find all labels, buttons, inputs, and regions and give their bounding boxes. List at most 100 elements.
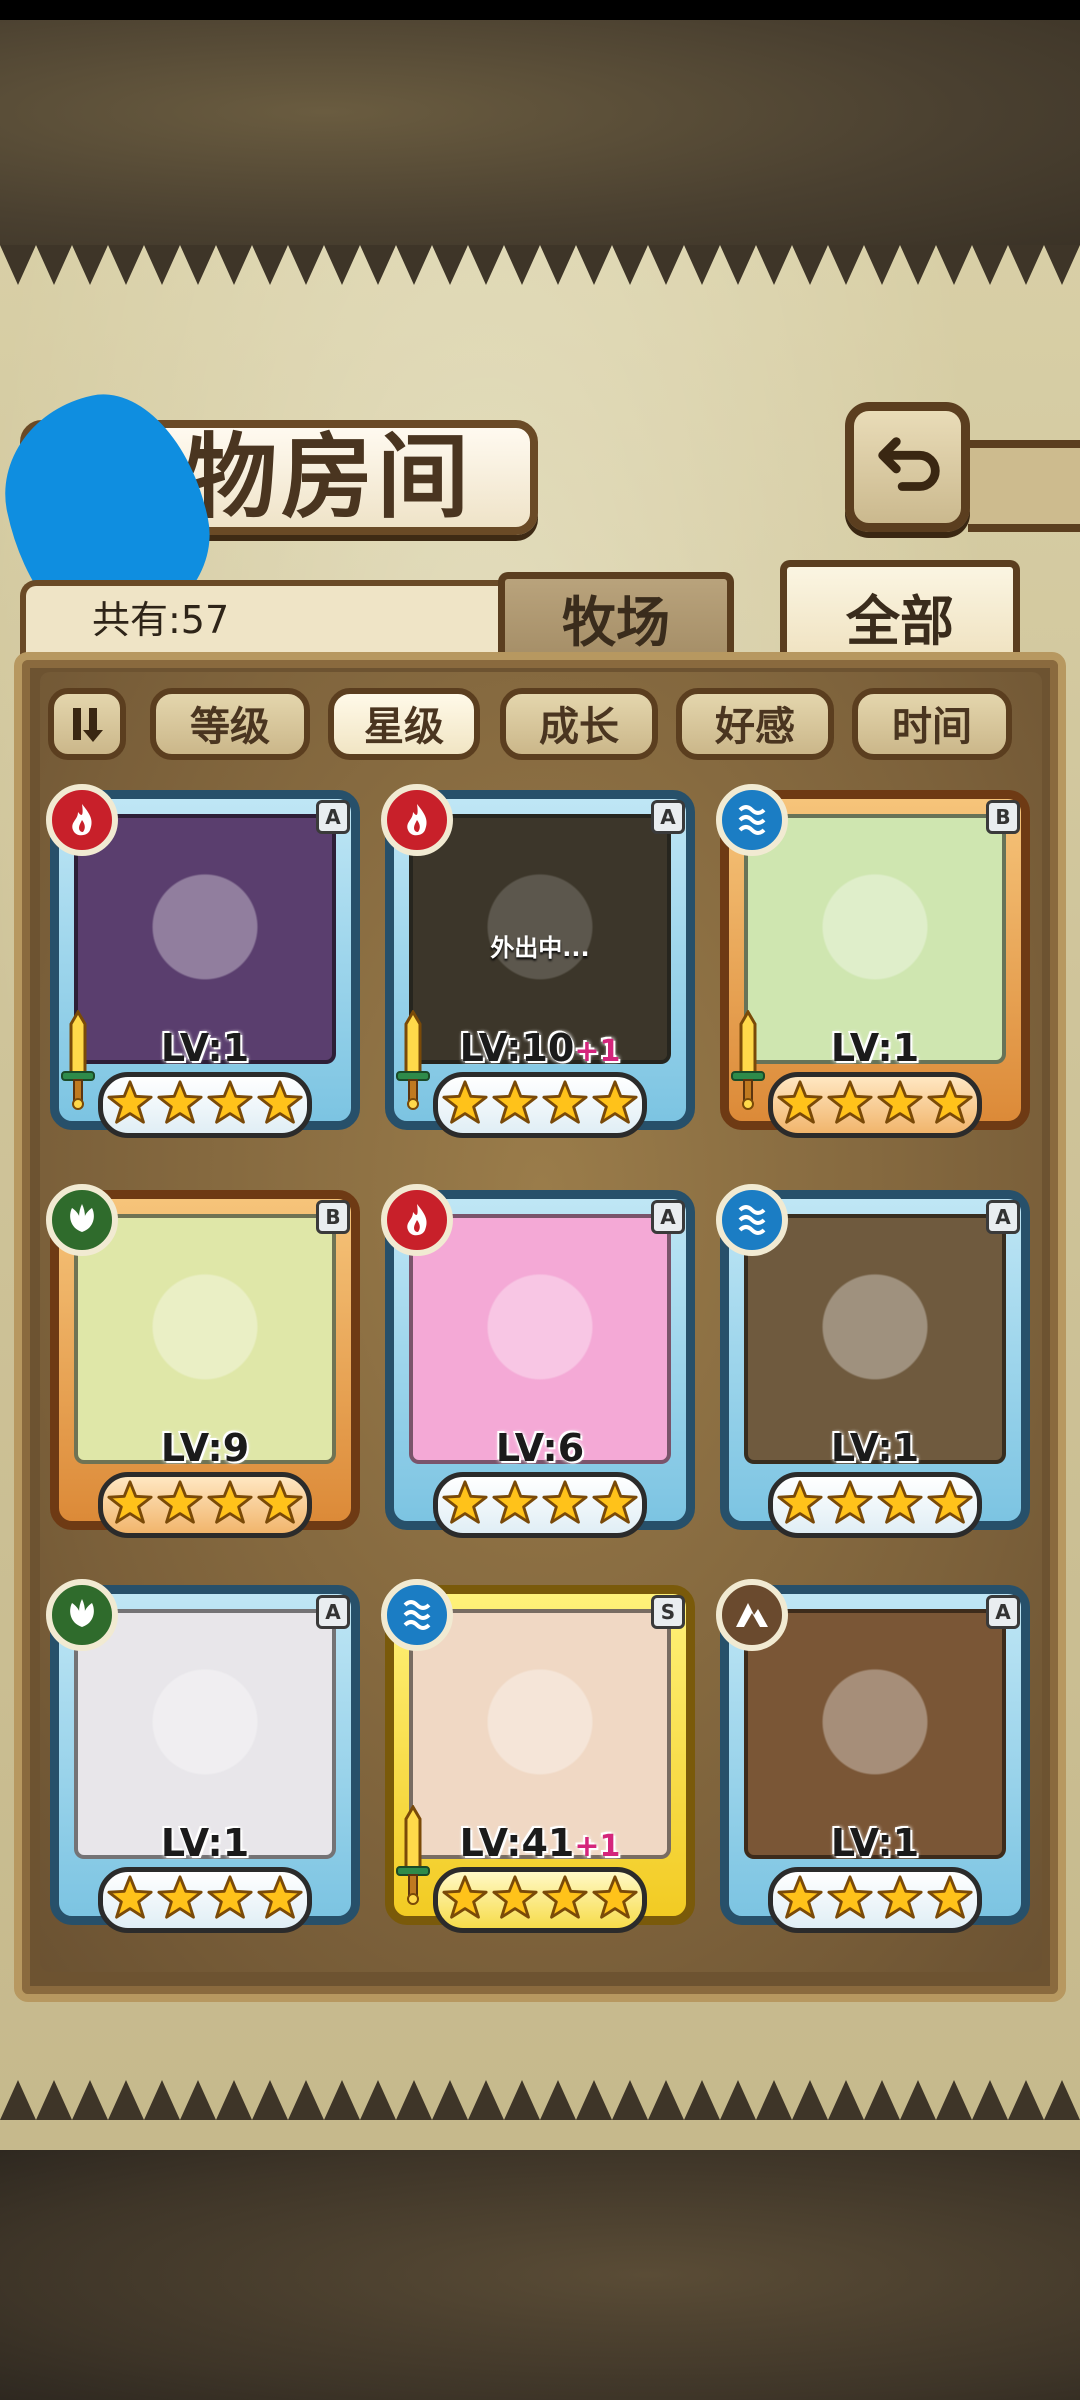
star-icon	[491, 1079, 539, 1131]
star-icon	[826, 1079, 874, 1131]
rank-badge: A	[651, 800, 685, 834]
wood-element-icon	[46, 1579, 118, 1651]
sort-star-button[interactable]: 星级	[328, 688, 480, 760]
status-bar	[0, 0, 1080, 20]
level-label: LV:1	[830, 1026, 920, 1070]
star-icon	[441, 1479, 489, 1531]
star-icon	[541, 1479, 589, 1531]
star-rating	[98, 1867, 312, 1933]
star-icon	[876, 1479, 924, 1531]
star-icon	[441, 1874, 489, 1926]
fire-element-icon	[381, 784, 453, 856]
character-card[interactable]: A LV:1	[46, 1579, 360, 1940]
sort-toggle-button[interactable]	[48, 688, 126, 760]
rank-badge: A	[986, 1200, 1020, 1234]
water-element-icon	[716, 1184, 788, 1256]
star-icon	[541, 1079, 589, 1131]
character-card[interactable]: A LV:6	[381, 1184, 695, 1545]
rank-badge: A	[986, 1595, 1020, 1629]
character-card[interactable]: A LV:1	[46, 784, 360, 1145]
star-icon	[256, 1479, 304, 1531]
level-bonus: +1	[574, 1034, 621, 1069]
star-icon	[206, 1479, 254, 1531]
return-icon	[877, 437, 940, 491]
star-rating	[98, 1472, 312, 1538]
page-title: 物房间	[185, 423, 474, 531]
level-label: LV:1	[160, 1821, 250, 1865]
star-rating	[433, 1867, 647, 1933]
star-icon	[776, 1079, 824, 1131]
level-label: LV:1	[830, 1426, 920, 1470]
star-icon	[591, 1079, 639, 1131]
back-button[interactable]	[845, 402, 970, 532]
sort-toggle-icon	[73, 708, 103, 742]
star-icon	[826, 1479, 874, 1531]
fire-element-icon	[46, 784, 118, 856]
rank-badge: A	[316, 800, 350, 834]
star-icon	[926, 1874, 974, 1926]
total-count: 共有:57	[92, 598, 230, 642]
star-icon	[156, 1079, 204, 1131]
rank-badge: S	[651, 1595, 685, 1629]
star-rating	[768, 1072, 982, 1138]
star-icon	[776, 1874, 824, 1926]
wood-element-icon	[46, 1184, 118, 1256]
star-icon	[591, 1874, 639, 1926]
star-icon	[106, 1479, 154, 1531]
star-rating	[98, 1072, 312, 1138]
rank-badge: A	[316, 1595, 350, 1629]
away-label: 外出中...	[490, 934, 590, 962]
star-icon	[491, 1479, 539, 1531]
character-card[interactable]: B LV:1	[716, 784, 1030, 1145]
sort-level-button[interactable]: 等级	[150, 688, 310, 760]
rank-badge: B	[316, 1200, 350, 1234]
character-card[interactable]: A LV:1	[716, 1184, 1030, 1545]
water-element-icon	[716, 784, 788, 856]
back-button-tail	[968, 440, 1080, 532]
rank-badge: B	[986, 800, 1020, 834]
star-icon	[926, 1479, 974, 1531]
star-icon	[876, 1079, 924, 1131]
sort-growth-button[interactable]: 成长	[500, 688, 658, 760]
sort-time-button[interactable]: 时间	[852, 688, 1012, 760]
star-icon	[256, 1079, 304, 1131]
star-icon	[541, 1874, 589, 1926]
star-icon	[106, 1079, 154, 1131]
map-background-top	[0, 20, 1080, 250]
star-icon	[156, 1479, 204, 1531]
star-icon	[206, 1874, 254, 1926]
star-icon	[206, 1079, 254, 1131]
tab-ranch[interactable]: 牧场	[498, 572, 734, 662]
level-label: LV:1	[830, 1821, 920, 1865]
level-label: LV:10+1	[459, 1026, 621, 1070]
character-card[interactable]: 外出中... A LV:10+1	[381, 784, 695, 1145]
panel-top-edge	[0, 245, 1080, 285]
star-rating	[768, 1472, 982, 1538]
star-icon	[591, 1479, 639, 1531]
rank-badge: A	[651, 1200, 685, 1234]
star-icon	[876, 1874, 924, 1926]
level-label: LV:6	[495, 1426, 585, 1470]
water-element-icon	[381, 1579, 453, 1651]
level-label: LV:9	[160, 1426, 250, 1470]
star-rating	[768, 1867, 982, 1933]
earth-element-icon	[716, 1579, 788, 1651]
fire-element-icon	[381, 1184, 453, 1256]
character-card[interactable]: B LV:9	[46, 1184, 360, 1545]
star-rating	[433, 1072, 647, 1138]
star-icon	[926, 1079, 974, 1131]
character-card[interactable]: S LV:41+1	[381, 1579, 695, 1940]
star-icon	[826, 1874, 874, 1926]
star-icon	[106, 1874, 154, 1926]
star-icon	[156, 1874, 204, 1926]
level-label: LV:1	[160, 1026, 250, 1070]
map-background-bottom	[0, 2150, 1080, 2400]
star-icon	[776, 1479, 824, 1531]
character-card[interactable]: A LV:1	[716, 1579, 1030, 1940]
panel-bottom-edge	[0, 2080, 1080, 2120]
star-icon	[441, 1079, 489, 1131]
star-icon	[256, 1874, 304, 1926]
sort-affection-button[interactable]: 好感	[676, 688, 834, 760]
star-rating	[433, 1472, 647, 1538]
star-icon	[491, 1874, 539, 1926]
